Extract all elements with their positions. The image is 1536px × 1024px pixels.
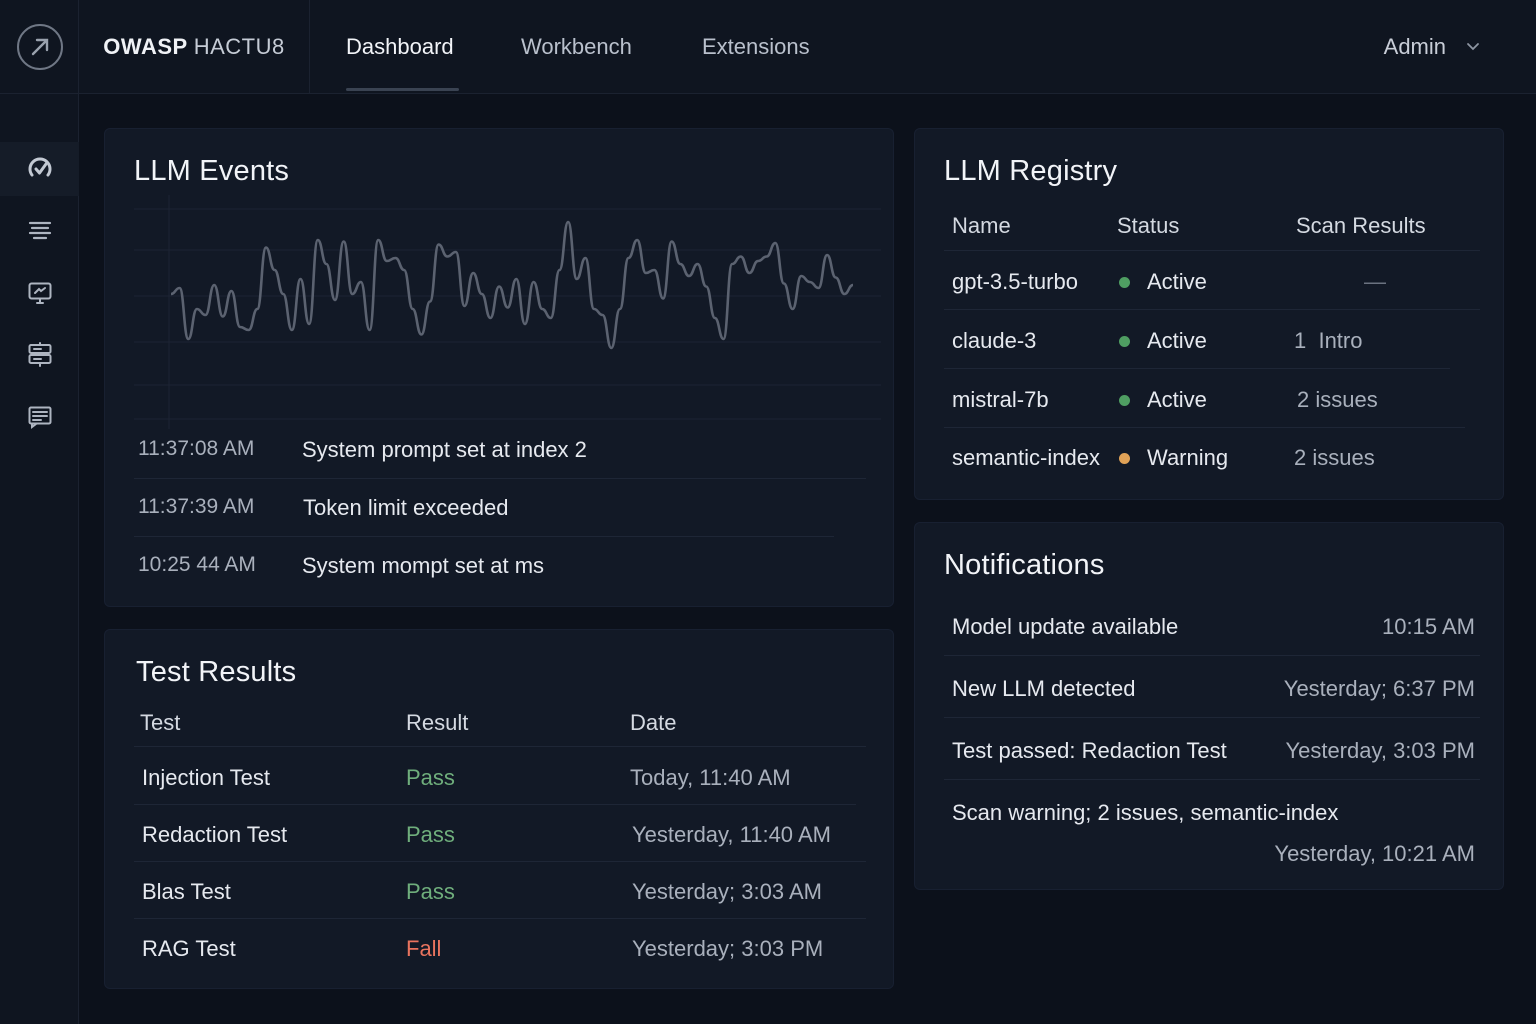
- tab-extensions[interactable]: Extensions: [702, 0, 810, 94]
- status-badge: Active: [1147, 328, 1207, 353]
- divider: [944, 427, 1465, 428]
- llm-events-card: LLM Events 11:37:08 AM System prompt set…: [104, 128, 894, 607]
- notifications-card: Notifications Model update available 10:…: [914, 522, 1504, 890]
- status-dot: [1119, 395, 1130, 406]
- notification-time: Yesterday, 3:03 PM: [1285, 738, 1475, 763]
- notification-text[interactable]: New LLM detected: [952, 676, 1135, 702]
- chart-series-line: [170, 220, 854, 350]
- divider: [944, 779, 1480, 780]
- gauge-icon: [28, 157, 51, 177]
- registry-model-name[interactable]: mistral-7b: [952, 387, 1049, 413]
- divider: [134, 918, 866, 919]
- notification-text[interactable]: Test passed: Redaction Test: [952, 738, 1227, 764]
- divider: [944, 250, 1480, 251]
- notification-text[interactable]: Scan warning; 2 issues, semantic-index: [952, 800, 1338, 826]
- test-results-title: Test Results: [136, 656, 297, 688]
- status-dot: [1119, 453, 1130, 464]
- divider: [134, 746, 866, 747]
- sidebar-item-logs[interactable]: [0, 390, 79, 444]
- test-date: Yesterday; 3:03 PM: [632, 936, 824, 961]
- brand-name: OWASP: [103, 34, 188, 59]
- test-results-card: Test Results Test Result Date Injection …: [104, 629, 894, 989]
- notification-time: Yesterday, 10:21 AM: [1274, 841, 1475, 866]
- divider: [944, 309, 1480, 310]
- llm-events-chart: [134, 195, 881, 429]
- llm-registry-title: LLM Registry: [944, 155, 1118, 187]
- test-result: Pass: [406, 879, 455, 904]
- divider: [944, 655, 1480, 656]
- test-result: Pass: [406, 822, 455, 847]
- event-time: 11:37:08 AM: [138, 437, 255, 460]
- event-time: 10:25 44 AM: [138, 553, 256, 576]
- brand-product: HACTU8: [193, 34, 285, 59]
- sidebar-item-events[interactable]: [0, 203, 79, 257]
- status-dot: [1119, 336, 1130, 347]
- column-header-scan-results[interactable]: Scan Results: [1296, 213, 1426, 239]
- notification-text[interactable]: Model update available: [952, 614, 1178, 640]
- test-date: Today, 11:40 AM: [630, 765, 791, 790]
- test-result: Fall: [406, 936, 442, 961]
- sidebar-item-dashboard[interactable]: [0, 142, 79, 196]
- test-date: Yesterday, 11:40 AM: [632, 822, 831, 847]
- scan-result[interactable]: 1 Intro: [1294, 328, 1362, 354]
- column-header-date[interactable]: Date: [630, 710, 676, 736]
- chevron-down-icon: [1467, 43, 1479, 51]
- status-badge: Warning: [1147, 445, 1229, 470]
- top-bar: OWASP HACTU8 Dashboard Workbench Extensi…: [79, 0, 1536, 94]
- scan-result[interactable]: 2 issues: [1297, 387, 1378, 413]
- column-header-name[interactable]: Name: [952, 213, 1011, 239]
- monitor-icon: [28, 282, 51, 304]
- tab-workbench[interactable]: Workbench: [521, 0, 632, 94]
- llm-registry-card: LLM Registry Name Status Scan Results gp…: [914, 128, 1504, 500]
- status-dot: [1119, 277, 1130, 288]
- tab-dashboard[interactable]: Dashboard: [346, 0, 454, 94]
- notification-time: Yesterday; 6:37 PM: [1283, 676, 1475, 701]
- sidebar-item-monitor[interactable]: [0, 266, 79, 320]
- server-icon: [28, 342, 51, 367]
- list-icon: [28, 221, 51, 240]
- logo-arrow-icon: [16, 23, 63, 70]
- divider: [944, 368, 1450, 369]
- status-badge: Active: [1147, 269, 1207, 294]
- event-text[interactable]: System prompt set at index 2: [302, 437, 587, 463]
- test-name[interactable]: RAG Test: [142, 936, 236, 962]
- test-result: Pass: [406, 765, 455, 790]
- event-text[interactable]: Token limit exceeded: [303, 495, 508, 521]
- registry-model-name[interactable]: semantic-index: [952, 445, 1100, 471]
- registry-model-name[interactable]: claude-3: [952, 328, 1036, 354]
- column-header-status[interactable]: Status: [1117, 213, 1179, 239]
- brand[interactable]: OWASP HACTU8: [79, 0, 310, 94]
- divider: [134, 536, 834, 537]
- active-tab-indicator: [346, 88, 459, 91]
- scan-result: —: [1364, 269, 1386, 294]
- divider: [944, 717, 1480, 718]
- test-date: Yesterday; 3:03 AM: [632, 879, 822, 904]
- notifications-title: Notifications: [944, 549, 1105, 581]
- message-icon: [28, 406, 51, 429]
- divider: [134, 804, 856, 805]
- divider: [134, 478, 866, 479]
- event-time: 11:37:39 AM: [138, 495, 255, 518]
- sidebar-item-registry[interactable]: [0, 327, 79, 381]
- column-header-result[interactable]: Result: [406, 710, 468, 736]
- status-badge: Active: [1147, 387, 1207, 412]
- test-name[interactable]: Injection Test: [142, 765, 270, 791]
- scan-result[interactable]: 2 issues: [1294, 445, 1375, 471]
- registry-model-name[interactable]: gpt-3.5-turbo: [952, 269, 1078, 295]
- notification-time: 10:15 AM: [1382, 614, 1475, 639]
- divider: [134, 861, 866, 862]
- event-text[interactable]: System mompt set at ms: [302, 553, 544, 579]
- user-name: Admin: [1383, 34, 1446, 59]
- test-name[interactable]: Blas Test: [142, 879, 231, 905]
- column-header-test[interactable]: Test: [140, 710, 180, 736]
- test-name[interactable]: Redaction Test: [142, 822, 287, 848]
- app-logo[interactable]: [0, 0, 79, 94]
- sidebar: [0, 0, 79, 1024]
- user-menu[interactable]: Admin: [1384, 0, 1480, 94]
